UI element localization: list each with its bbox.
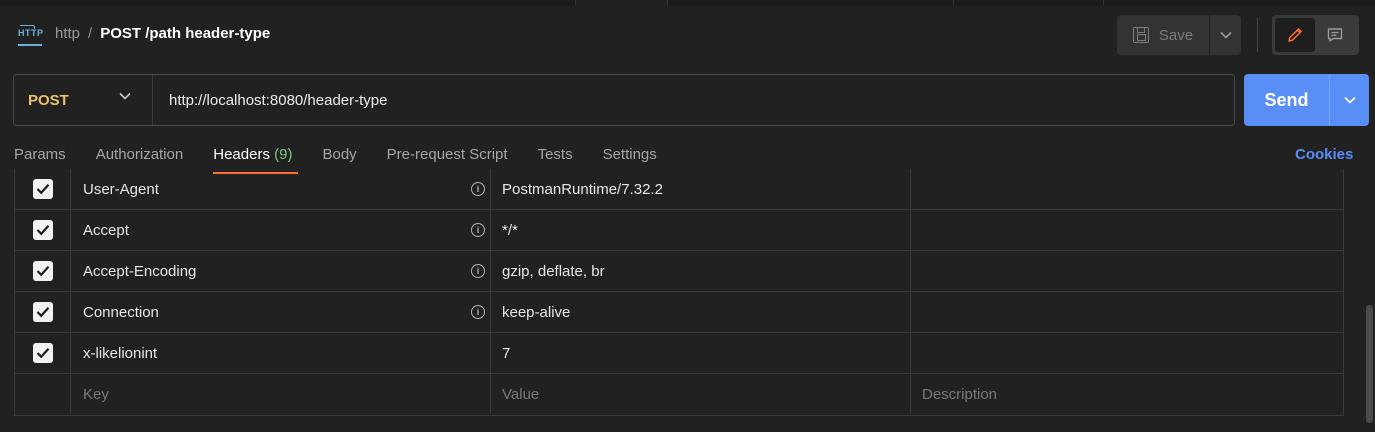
header-value[interactable]: */* xyxy=(491,210,911,250)
header-description[interactable] xyxy=(911,251,1344,291)
header-value[interactable]: 7 xyxy=(491,333,911,373)
row-checkbox[interactable] xyxy=(32,343,53,363)
divider xyxy=(1257,18,1258,52)
request-title[interactable]: POST /path header-type xyxy=(100,25,270,42)
row-checkbox[interactable] xyxy=(32,261,53,281)
check-icon xyxy=(36,266,49,277)
table-row: x-likelionint 7 xyxy=(15,333,1344,374)
method-label: POST xyxy=(28,91,69,109)
breadcrumb-separator: / xyxy=(88,25,93,42)
cookies-link[interactable]: Cookies xyxy=(1295,146,1353,163)
header-key[interactable]: User-Agent i xyxy=(71,169,491,209)
check-icon xyxy=(36,307,49,318)
table-row: Accept i */* xyxy=(15,210,1344,251)
table-row: Connection i keep-alive xyxy=(15,292,1344,333)
table-row: Accept-Encoding i gzip, deflate, br xyxy=(15,251,1344,292)
send-options-button[interactable] xyxy=(1329,74,1369,126)
save-label: Save xyxy=(1158,26,1194,44)
row-checkbox[interactable] xyxy=(32,179,53,199)
vertical-scrollbar[interactable] xyxy=(1366,305,1373,423)
url-bar: POST xyxy=(13,74,1235,126)
check-icon xyxy=(36,225,49,236)
header-key[interactable]: Connection i xyxy=(71,292,491,332)
header-key[interactable]: x-likelionint xyxy=(71,333,491,373)
info-icon[interactable]: i xyxy=(471,264,485,278)
send-button-group: Send xyxy=(1244,74,1369,126)
chevron-down-icon xyxy=(1219,31,1232,39)
header-key[interactable]: Accept i xyxy=(71,210,491,250)
header-description[interactable] xyxy=(911,333,1344,373)
save-button[interactable]: Save xyxy=(1117,15,1209,55)
header-key[interactable]: Accept-Encoding i xyxy=(71,251,491,291)
save-options-button[interactable] xyxy=(1210,15,1241,55)
table-row-new: Key Value Description xyxy=(15,374,1344,415)
check-icon xyxy=(36,184,49,195)
header-description[interactable] xyxy=(911,169,1344,209)
info-icon[interactable]: i xyxy=(471,223,485,237)
key-input[interactable]: Key xyxy=(71,374,491,414)
value-input[interactable]: Value xyxy=(491,374,911,414)
url-input[interactable] xyxy=(154,75,1234,125)
header-description[interactable] xyxy=(911,210,1344,250)
chevron-down-icon xyxy=(1343,96,1356,104)
header-value[interactable]: keep-alive xyxy=(491,292,911,332)
headers-table: User-Agent i PostmanRuntime/7.32.2 Accept… xyxy=(14,169,1344,416)
info-icon[interactable]: i xyxy=(471,182,485,196)
edit-mode-button[interactable] xyxy=(1275,18,1315,52)
header-value[interactable]: gzip, deflate, br xyxy=(491,251,911,291)
save-icon xyxy=(1132,27,1149,43)
send-button[interactable]: Send xyxy=(1244,74,1329,126)
pencil-icon xyxy=(1288,28,1302,42)
comments-mode-button[interactable] xyxy=(1315,18,1355,52)
check-icon xyxy=(36,348,49,359)
request-header: HTTP http / POST /path header-type Save xyxy=(0,6,1375,64)
headers-count: (9) xyxy=(274,146,293,163)
breadcrumb-parent[interactable]: http xyxy=(55,25,80,42)
table-row: User-Agent i PostmanRuntime/7.32.2 xyxy=(15,169,1344,210)
view-mode-toggle xyxy=(1272,15,1359,55)
http-request-icon: HTTP xyxy=(18,25,43,46)
row-checkbox[interactable] xyxy=(32,302,53,322)
header-value[interactable]: PostmanRuntime/7.32.2 xyxy=(491,169,911,209)
description-input[interactable]: Description xyxy=(911,374,1344,414)
chevron-down-icon xyxy=(119,92,131,100)
method-select[interactable]: POST xyxy=(14,75,153,125)
header-description[interactable] xyxy=(911,292,1344,332)
comment-icon xyxy=(1327,28,1343,42)
breadcrumb: http / POST /path header-type xyxy=(55,25,270,42)
info-icon[interactable]: i xyxy=(471,305,485,319)
row-checkbox[interactable] xyxy=(32,220,53,240)
